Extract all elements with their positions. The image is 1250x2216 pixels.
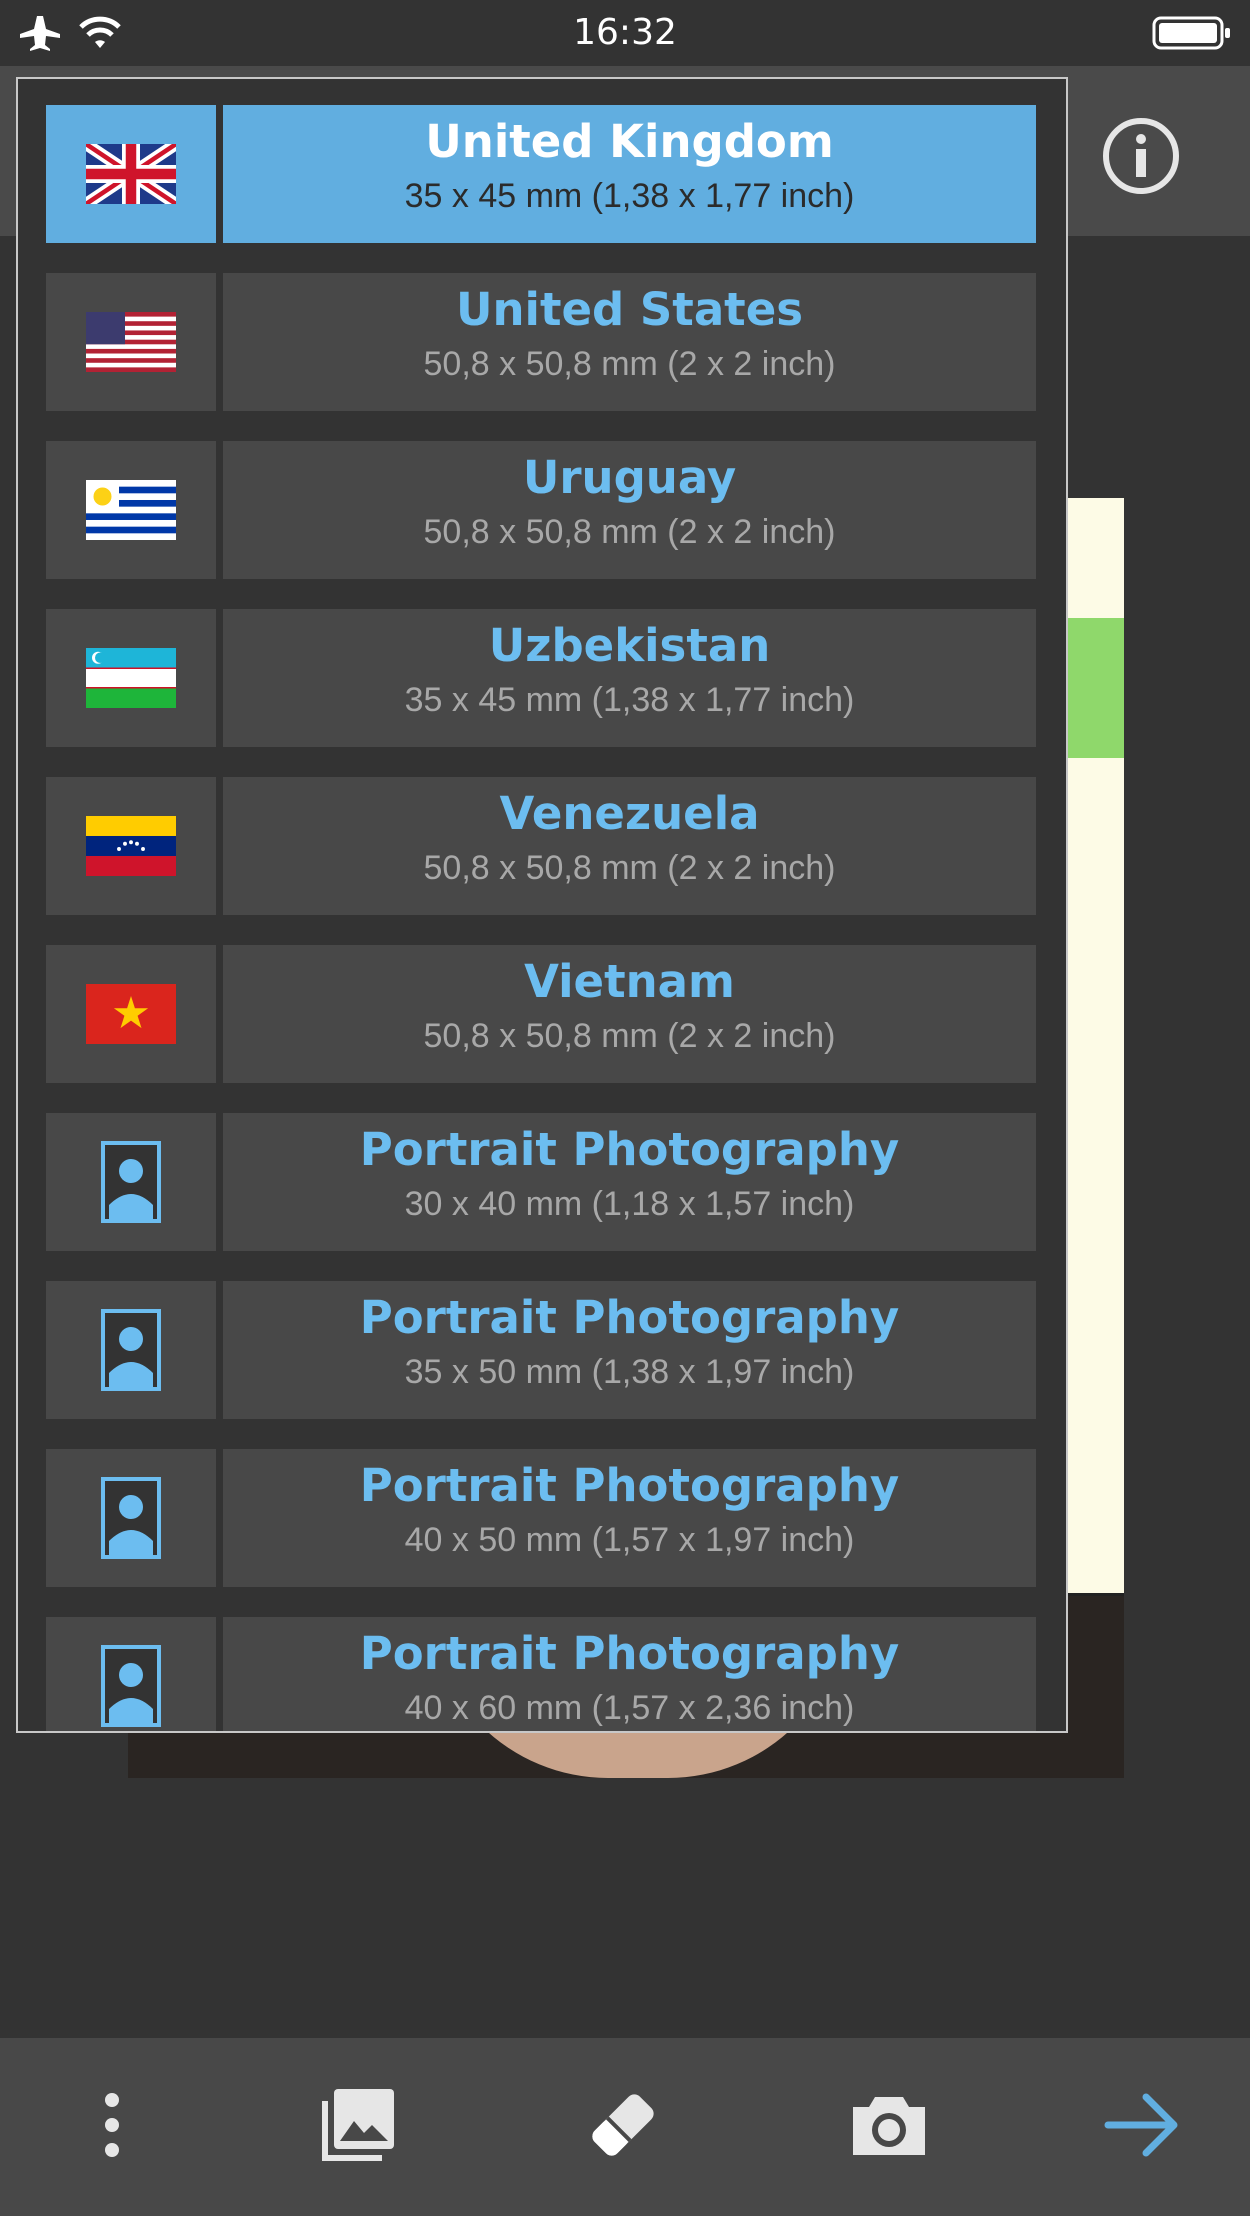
size-option-dimensions: 35 x 50 mm (1,38 x 1,97 inch) [404,1353,855,1391]
size-option-name: Portrait Photography [359,1627,900,1680]
size-option-flag [46,1113,216,1251]
size-option-united-states[interactable]: United States 50,8 x 50,8 mm (2 x 2 inch… [46,273,1036,411]
size-option-portrait-40x50[interactable]: Portrait Photography 40 x 50 mm (1,57 x … [46,1449,1036,1587]
flag-us-icon [86,312,176,372]
size-option-portrait-35x50[interactable]: Portrait Photography 35 x 50 mm (1,38 x … [46,1281,1036,1419]
more-vertical-icon [105,2093,119,2157]
size-option-united-kingdom[interactable]: United Kingdom 35 x 45 mm (1,38 x 1,77 i… [46,105,1036,243]
size-option-name: United Kingdom [425,115,834,168]
status-bar: 16:32 [0,0,1250,66]
eraser-icon [592,2094,654,2156]
size-option-text: Portrait Photography 40 x 50 mm (1,57 x … [223,1449,1036,1587]
eraser-button[interactable] [583,2085,663,2165]
size-option-dimensions: 35 x 45 mm (1,38 x 1,77 inch) [404,681,855,719]
size-option-portrait-40x60[interactable]: Portrait Photography 40 x 60 mm (1,57 x … [46,1617,1036,1731]
size-option-name: Vietnam [524,955,735,1008]
size-option-text: Vietnam 50,8 x 50,8 mm (2 x 2 inch) [223,945,1036,1083]
info-button[interactable] [1100,115,1182,197]
camera-icon [853,2097,925,2155]
size-option-name: Uruguay [522,451,737,504]
portrait-icon [101,1141,161,1223]
flag-uzbekistan-icon [86,648,176,708]
flag-uruguay-icon [86,480,176,540]
size-option-name: Uzbekistan [488,619,771,672]
size-option-text: United Kingdom 35 x 45 mm (1,38 x 1,77 i… [223,105,1036,243]
flag-uk-icon [86,144,176,204]
size-option-name: Venezuela [499,787,760,840]
size-option-vietnam[interactable]: Vietnam 50,8 x 50,8 mm (2 x 2 inch) [46,945,1036,1083]
size-option-dimensions: 50,8 x 50,8 mm (2 x 2 inch) [423,1017,836,1055]
size-option-name: Portrait Photography [359,1291,900,1344]
battery-icon [1152,16,1230,50]
flag-vietnam-icon [86,984,176,1044]
size-option-dimensions: 30 x 40 mm (1,18 x 1,57 inch) [404,1185,855,1223]
size-option-name: Portrait Photography [359,1459,900,1512]
size-option-text: Uzbekistan 35 x 45 mm (1,38 x 1,77 inch) [223,609,1036,747]
info-icon [1103,118,1179,194]
size-option-uzbekistan[interactable]: Uzbekistan 35 x 45 mm (1,38 x 1,77 inch) [46,609,1036,747]
size-option-portrait-30x40[interactable]: Portrait Photography 30 x 40 mm (1,18 x … [46,1113,1036,1251]
size-option-flag [46,273,216,411]
portrait-icon [101,1477,161,1559]
size-option-text: United States 50,8 x 50,8 mm (2 x 2 inch… [223,273,1036,411]
size-option-dimensions: 50,8 x 50,8 mm (2 x 2 inch) [423,513,836,551]
camera-button[interactable] [849,2085,929,2165]
portrait-icon [101,1309,161,1391]
next-arrow-icon [1104,2093,1178,2157]
size-option-flag [46,1449,216,1587]
size-option-name: United States [455,283,803,336]
size-option-dimensions: 50,8 x 50,8 mm (2 x 2 inch) [423,345,836,383]
photo-size-dropdown[interactable]: United Kingdom 35 x 45 mm (1,38 x 1,77 i… [16,77,1068,1733]
size-option-flag [46,609,216,747]
size-option-text: Portrait Photography 35 x 50 mm (1,38 x … [223,1281,1036,1419]
size-option-text: Venezuela 50,8 x 50,8 mm (2 x 2 inch) [223,777,1036,915]
size-option-flag [46,441,216,579]
more-button[interactable] [72,2085,152,2165]
size-option-uruguay[interactable]: Uruguay 50,8 x 50,8 mm (2 x 2 inch) [46,441,1036,579]
size-option-venezuela[interactable]: Venezuela 50,8 x 50,8 mm (2 x 2 inch) [46,777,1036,915]
size-option-text: Portrait Photography 40 x 60 mm (1,57 x … [223,1617,1036,1731]
size-option-text: Portrait Photography 30 x 40 mm (1,18 x … [223,1113,1036,1251]
size-option-text: Uruguay 50,8 x 50,8 mm (2 x 2 inch) [223,441,1036,579]
size-option-flag [46,105,216,243]
flag-venezuela-icon [86,816,176,876]
size-option-dimensions: 35 x 45 mm (1,38 x 1,77 inch) [404,177,855,215]
size-option-flag [46,777,216,915]
size-option-flag [46,945,216,1083]
next-button[interactable] [1102,2085,1182,2165]
size-option-name: Portrait Photography [359,1123,900,1176]
gallery-icon [322,2089,394,2161]
portrait-icon [101,1645,161,1727]
gallery-button[interactable] [318,2085,398,2165]
size-option-dimensions: 40 x 60 mm (1,57 x 2,36 inch) [404,1689,855,1727]
size-option-flag [46,1281,216,1419]
size-option-dimensions: 50,8 x 50,8 mm (2 x 2 inch) [423,849,836,887]
size-option-flag [46,1617,216,1731]
size-option-dimensions: 40 x 50 mm (1,57 x 1,97 inch) [404,1521,855,1559]
status-time: 16:32 [573,12,677,53]
